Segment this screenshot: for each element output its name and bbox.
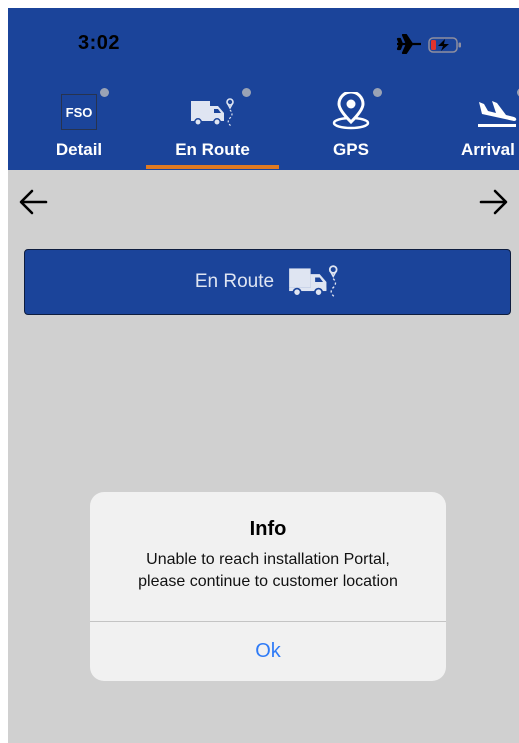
plane-landing-icon bbox=[478, 101, 517, 127]
truck-route-icon bbox=[289, 265, 338, 298]
app-screen: 3:02 FSO Detail En Route GPS Arrival En … bbox=[8, 8, 519, 743]
en-route-button[interactable]: En Route bbox=[24, 249, 511, 315]
status-icons bbox=[396, 34, 476, 56]
tab-label: GPS bbox=[333, 140, 369, 159]
truck-route-icon bbox=[190, 98, 234, 127]
info-dialog: Info Unable to reach installation Portal… bbox=[90, 492, 446, 681]
fso-icon: FSO bbox=[61, 94, 97, 130]
arrow-left-icon[interactable] bbox=[18, 188, 50, 216]
status-time: 3:02 bbox=[78, 32, 121, 54]
dialog-message-line: Unable to reach installation Portal, bbox=[146, 551, 390, 568]
tab-gps[interactable]: GPS bbox=[306, 86, 396, 170]
dialog-message-line: please continue to customer location bbox=[138, 573, 398, 590]
selected-tab-indicator bbox=[146, 165, 279, 169]
en-route-button-label: En Route bbox=[194, 271, 275, 292]
battery-charging-icon bbox=[428, 37, 461, 53]
dialog-message: Unable to reach installation Portal, ple… bbox=[102, 549, 434, 593]
tab-detail[interactable]: FSO Detail bbox=[38, 86, 120, 170]
tab-status-dot bbox=[242, 88, 251, 97]
arrow-right-icon[interactable] bbox=[477, 188, 509, 216]
tab-en-route[interactable]: En Route bbox=[146, 86, 279, 170]
tab-label: Arrival bbox=[461, 140, 515, 159]
tab-label: Detail bbox=[55, 140, 103, 159]
tab-arrival[interactable]: Arrival bbox=[446, 86, 519, 170]
tab-status-dot bbox=[100, 88, 109, 97]
ok-button[interactable]: Ok bbox=[90, 622, 446, 681]
location-pin-icon bbox=[332, 92, 370, 130]
tab-status-dot bbox=[373, 88, 382, 97]
tab-label: En Route bbox=[175, 140, 250, 159]
dialog-title: Info bbox=[249, 518, 287, 540]
airplane-icon bbox=[396, 34, 421, 54]
header: 3:02 FSO Detail En Route GPS Arrival bbox=[8, 8, 519, 170]
